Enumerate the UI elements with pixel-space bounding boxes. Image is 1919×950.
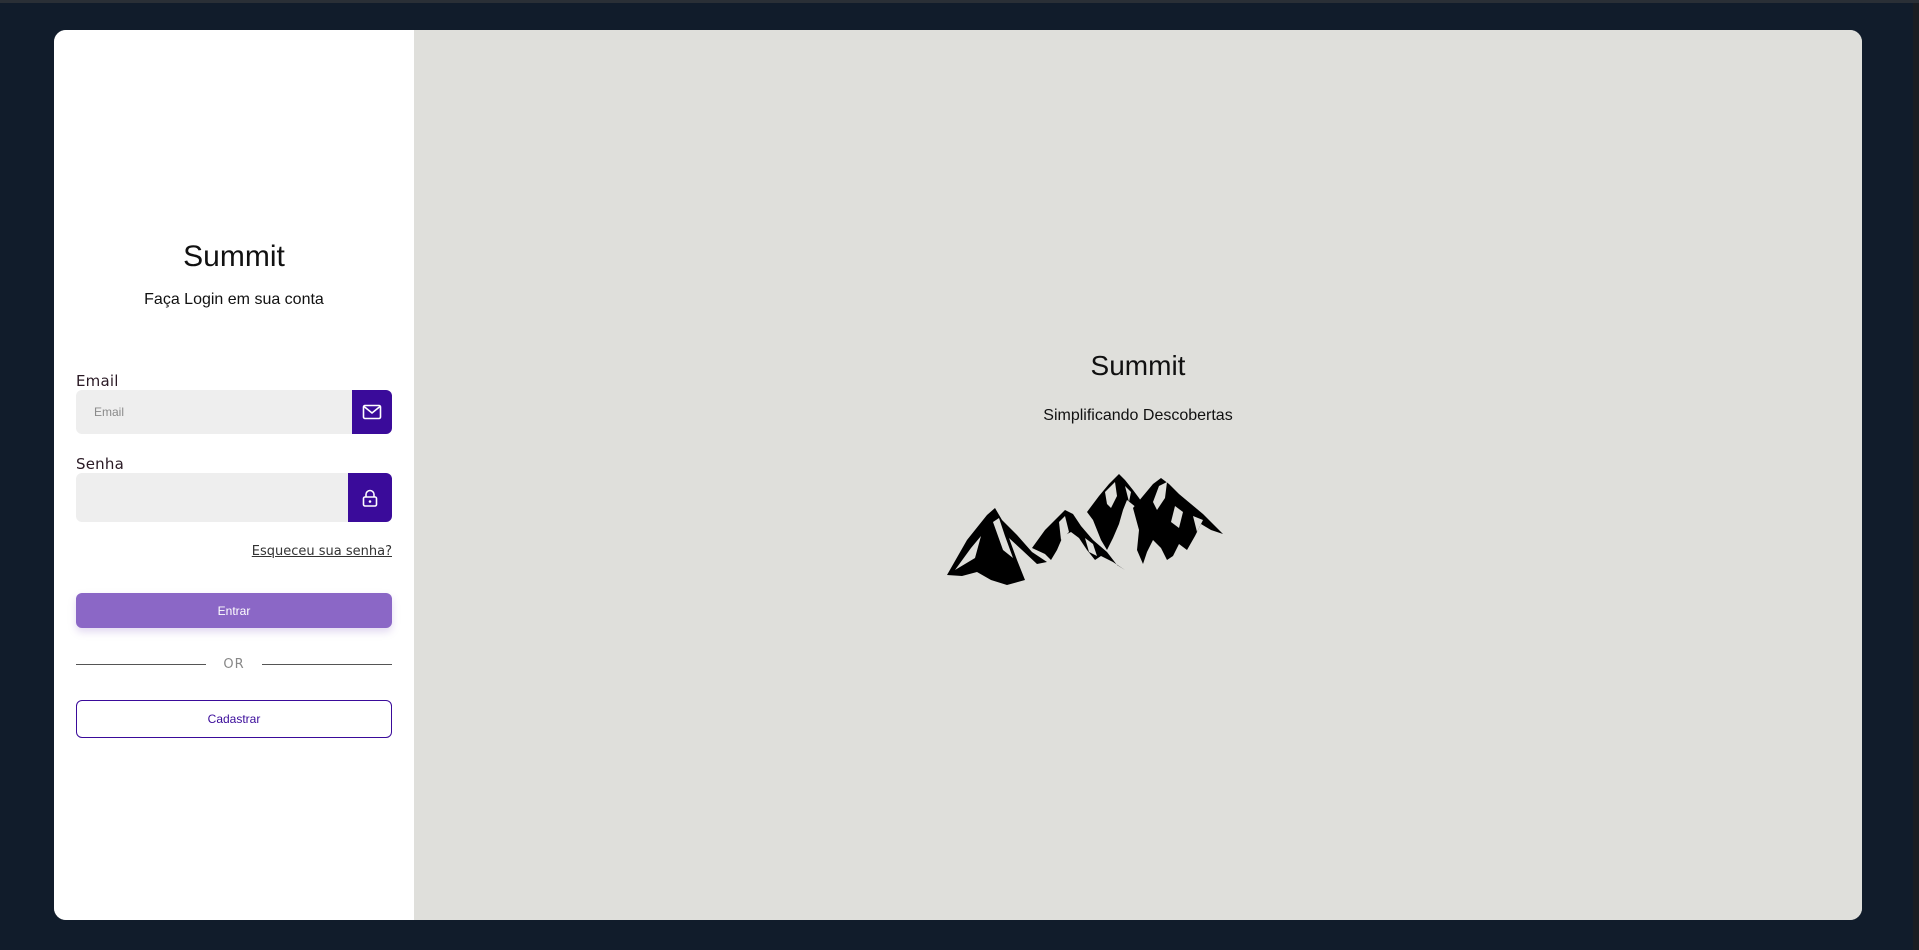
register-button[interactable]: Cadastrar xyxy=(76,700,392,738)
email-icon-button[interactable] xyxy=(352,390,392,434)
password-field-group xyxy=(76,473,392,522)
login-title: Summit xyxy=(183,240,285,273)
forgot-password-link[interactable]: Esqueceu sua senha? xyxy=(252,544,392,559)
brand-tagline: Simplificando Descobertas xyxy=(1043,407,1233,424)
brand-title: Summit xyxy=(1090,350,1186,381)
or-divider: OR xyxy=(76,655,392,673)
lock-icon xyxy=(362,489,378,507)
email-label: Email xyxy=(76,372,119,390)
password-icon-button[interactable] xyxy=(348,473,392,522)
divider-line-right xyxy=(262,663,392,665)
login-panel: Summit Faça Login em sua conta Email Sen… xyxy=(54,30,414,920)
divider-line-left xyxy=(76,663,206,665)
email-field-group xyxy=(76,390,392,434)
login-subtitle: Faça Login em sua conta xyxy=(144,291,324,308)
password-label: Senha xyxy=(76,455,124,473)
divider-text: OR xyxy=(223,656,245,672)
window-top-border xyxy=(0,0,1919,3)
password-input[interactable] xyxy=(76,473,348,522)
mail-icon xyxy=(362,404,382,420)
mountains-illustration xyxy=(947,474,1223,585)
window-right-edge xyxy=(1913,3,1919,950)
login-button[interactable]: Entrar xyxy=(76,593,392,628)
email-input[interactable] xyxy=(76,390,352,434)
